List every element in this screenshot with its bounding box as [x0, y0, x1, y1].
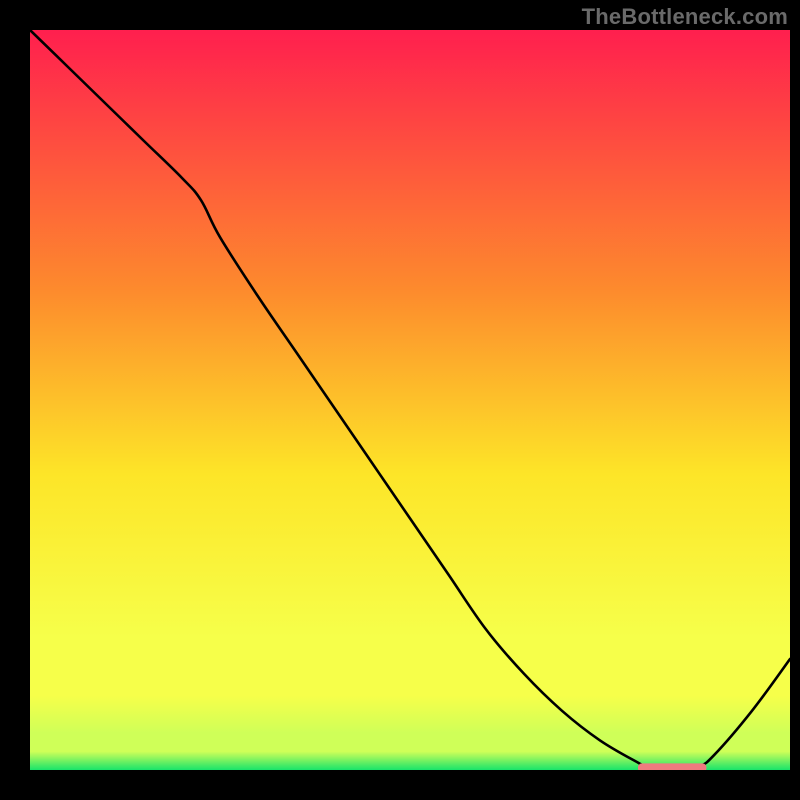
- highlight-marker: [638, 763, 706, 772]
- watermark-text: TheBottleneck.com: [582, 4, 788, 30]
- chart-frame: { "watermark": "TheBottleneck.com", "col…: [0, 0, 800, 800]
- bottleneck-chart: [0, 0, 800, 800]
